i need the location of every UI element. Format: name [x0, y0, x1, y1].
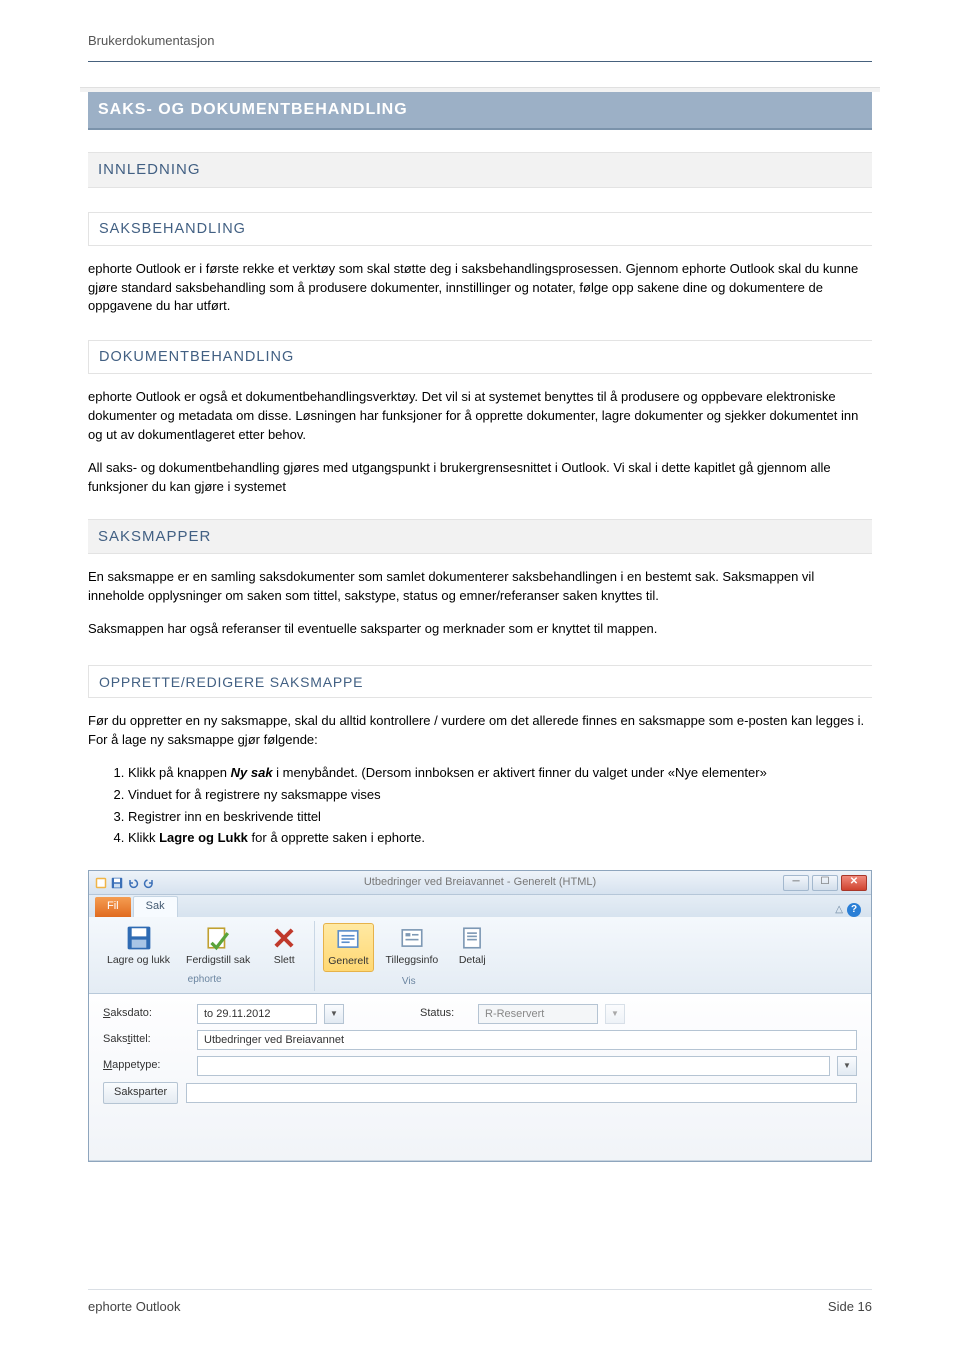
general-icon: [335, 926, 361, 952]
complete-icon: [205, 925, 231, 951]
status-dropdown-icon: ▼: [605, 1004, 625, 1024]
ferdigstill-sak-button[interactable]: Ferdigstill sak: [182, 923, 254, 970]
saksparter-button[interactable]: Saksparter: [103, 1082, 178, 1104]
ribbon-group-caption: ephorte: [103, 972, 306, 988]
saksparter-field[interactable]: [186, 1083, 857, 1103]
date-dropdown-icon[interactable]: ▼: [324, 1004, 344, 1024]
window-title: Utbedringer ved Breiavannet - Generelt (…: [89, 875, 871, 891]
heading-rule: [88, 697, 872, 698]
window-titlebar: Utbedringer ved Breiavannet - Generelt (…: [89, 871, 871, 895]
sakstittel-field[interactable]: Utbedringer ved Breiavannet: [197, 1030, 857, 1050]
additional-info-icon: [399, 925, 425, 951]
tilleggsinfo-button[interactable]: Tilleggsinfo: [382, 923, 443, 970]
footer-right: Side 16: [828, 1298, 872, 1317]
paragraph: Saksmappen har også referanser til event…: [88, 620, 872, 639]
page-footer: ephorte Outlook Side 16: [88, 1289, 872, 1317]
help-icon[interactable]: ?: [847, 903, 861, 917]
ribbon-group-caption: Vis: [323, 974, 494, 990]
header-rule: [88, 61, 872, 62]
ribbon-group-vis: Generelt Tilleggsinfo Detalj: [315, 921, 502, 991]
save-icon[interactable]: [111, 877, 123, 889]
mappetype-label: Mappetype:: [103, 1058, 189, 1074]
generelt-button[interactable]: Generelt: [323, 923, 373, 972]
steps-list: Klikk på knappen Ny sak i menybåndet. (D…: [128, 764, 872, 848]
detail-icon: [459, 925, 485, 951]
mappetype-dropdown-icon[interactable]: ▼: [837, 1056, 857, 1076]
ribbon-body: Lagre og lukk Ferdigstill sak Slett: [89, 917, 871, 994]
mappetype-field[interactable]: [197, 1056, 830, 1076]
save-close-icon: [126, 925, 152, 951]
status-field: R-Reservert: [478, 1004, 598, 1024]
saksdato-field[interactable]: to 29.11.2012: [197, 1004, 317, 1024]
sakstittel-label: Sakstittel:: [103, 1032, 189, 1048]
step-item: Vinduet for å registrere ny saksmappe vi…: [128, 786, 872, 805]
undo-icon[interactable]: [127, 877, 139, 889]
paragraph: All saks- og dokumentbehandling gjøres m…: [88, 459, 872, 497]
step-item: Registrer inn en beskrivende tittel: [128, 808, 872, 827]
step-item: Klikk på knappen Ny sak i menybåndet. (D…: [128, 764, 872, 783]
quick-access-toolbar: [89, 877, 155, 889]
form-panel: Saksdato: to 29.11.2012 ▼ Status: R-Rese…: [89, 994, 871, 1161]
heading-innledning: INNLEDNING: [88, 152, 872, 188]
redo-icon[interactable]: [143, 877, 155, 889]
heading-opprette-saksmappe: OPPRETTE/REDIGERE SAKSMAPPE: [88, 665, 872, 698]
heading-saksmapper: SAKSMAPPER: [88, 519, 872, 555]
close-button[interactable]: ✕: [841, 875, 867, 891]
paragraph: ephorte Outlook er også et dokumentbehan…: [88, 388, 872, 445]
status-label: Status:: [420, 1006, 470, 1022]
step-item: Klikk Lagre og Lukk for å opprette saken…: [128, 829, 872, 848]
heading-dokumentbehandling: DOKUMENTBEHANDLING: [88, 340, 872, 374]
footer-left: ephorte Outlook: [88, 1298, 181, 1317]
paragraph: Før du oppretter en ny saksmappe, skal d…: [88, 712, 872, 750]
slett-button[interactable]: Slett: [262, 923, 306, 970]
lagre-og-lukk-button[interactable]: Lagre og lukk: [103, 923, 174, 970]
app-window: Utbedringer ved Breiavannet - Generelt (…: [88, 870, 872, 1162]
detalj-button[interactable]: Detalj: [450, 923, 494, 970]
tab-file[interactable]: Fil: [95, 897, 131, 917]
paragraph: ephorte Outlook er i første rekke et ver…: [88, 260, 872, 317]
heading-saksbehandling: SAKSBEHANDLING: [88, 212, 872, 246]
ribbon-tabstrip: Fil Sak △ ?: [89, 895, 871, 917]
maximize-button[interactable]: ☐: [812, 875, 838, 891]
heading-main: SAKS- OG DOKUMENTBEHANDLING: [88, 90, 872, 130]
page-header: Brukerdokumentasjon: [88, 32, 872, 59]
tab-sak[interactable]: Sak: [133, 896, 178, 917]
ribbon-group-ephorte: Lagre og lukk Ferdigstill sak Slett: [95, 921, 315, 991]
paragraph: En saksmappe er en samling saksdokumente…: [88, 568, 872, 606]
minimize-button[interactable]: ─: [783, 875, 809, 891]
collapse-ribbon-icon[interactable]: △: [835, 903, 843, 918]
saksdato-label: Saksdato:: [103, 1006, 189, 1022]
delete-icon: [271, 925, 297, 951]
app-icon: [95, 877, 107, 889]
